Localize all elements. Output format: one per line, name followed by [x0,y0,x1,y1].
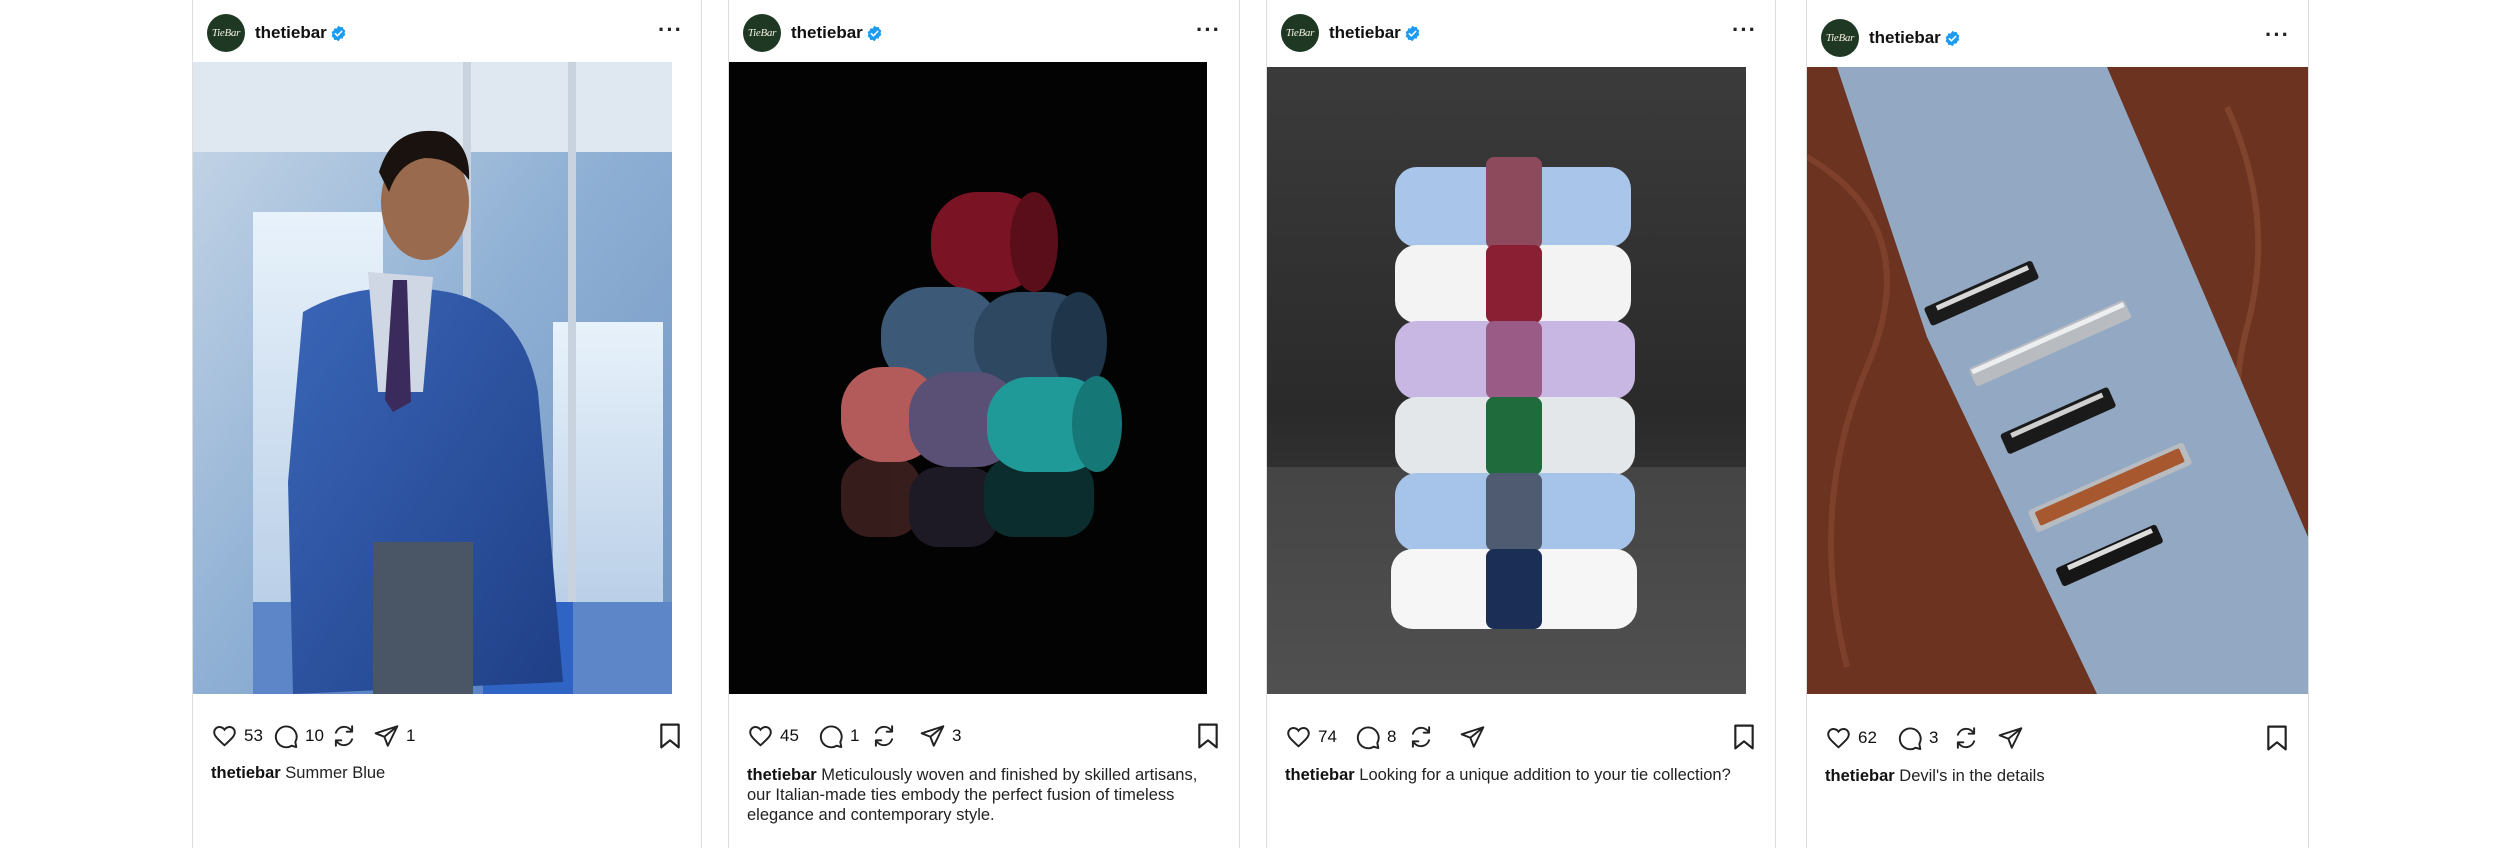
comment-button[interactable]: 8 [1355,717,1396,757]
like-button[interactable]: 53 [211,716,263,756]
share-count: 1 [406,726,416,745]
post-header: TieBar thetiebar ··· [1807,7,2308,69]
save-button[interactable] [1733,724,1755,755]
post-image[interactable] [729,62,1207,694]
post-caption: thetiebar Meticulously woven and finishe… [747,765,1225,825]
post-actions: 53 10 1 [211,716,683,756]
verified-badge-icon [331,25,346,41]
share-button[interactable]: 3 [919,716,961,756]
repost-icon [334,725,354,747]
post-card: TieBar thetiebar ··· [1266,0,1776,848]
caption-username[interactable]: thetiebar [211,764,281,782]
post-header: TieBar thetiebar ··· [729,2,1239,64]
repost-button[interactable] [331,716,357,756]
repost-button[interactable] [871,716,897,756]
avatar[interactable]: TieBar [1821,19,1859,57]
bookmark-icon [2267,725,2287,751]
comment-icon [1898,727,1922,751]
comment-icon [1356,726,1380,750]
comment-count: 3 [1929,728,1939,747]
comment-button[interactable]: 10 [273,716,324,756]
caption-text: Devil's in the details [1899,767,2045,785]
heart-icon [1287,727,1310,748]
post-header: TieBar thetiebar ··· [1267,2,1775,64]
share-button[interactable] [1459,717,1486,757]
post-caption: thetiebar Summer Blue [211,763,687,783]
heart-icon [1827,728,1850,749]
post-caption: thetiebar Looking for a unique addition … [1285,765,1761,785]
username[interactable]: thetiebar [1869,28,1941,48]
verified-badge-icon [867,25,882,41]
repost-button[interactable] [1953,718,1979,758]
caption-username[interactable]: thetiebar [1285,766,1355,784]
share-button[interactable] [1997,718,2024,758]
more-options-icon[interactable]: ··· [658,17,683,43]
repost-icon [1411,726,1431,748]
post-actions: 62 3 [1825,718,2290,758]
username[interactable]: thetiebar [791,23,863,43]
like-count: 53 [244,726,263,745]
avatar[interactable]: TieBar [207,14,245,52]
comment-icon [819,725,843,749]
avatar[interactable]: TieBar [1281,14,1319,52]
bookmark-icon [1734,724,1754,750]
post-card: TieBar thetiebar ··· 45 1 3 thetiebar Me… [728,0,1240,848]
bookmark-icon [1198,723,1218,749]
post-actions: 74 8 [1285,717,1757,757]
like-button[interactable]: 74 [1285,717,1337,757]
comment-button[interactable]: 3 [1897,718,1938,758]
caption-username[interactable]: thetiebar [1825,767,1895,785]
post-card: TieBar thetiebar ··· [192,0,702,848]
post-image[interactable] [1807,67,2308,694]
comment-count: 8 [1387,727,1397,746]
post-header: TieBar thetiebar ··· [193,2,701,64]
like-count: 45 [780,726,799,745]
post-actions: 45 1 3 [747,716,1221,756]
comment-count: 1 [850,726,860,745]
heart-icon [749,726,772,747]
caption-text: Looking for a unique addition to your ti… [1359,766,1731,784]
verified-badge-icon [1405,25,1420,41]
save-button[interactable] [659,723,681,754]
post-caption: thetiebar Devil's in the details [1825,766,2294,786]
username[interactable]: thetiebar [255,23,327,43]
post-image[interactable] [193,62,672,694]
share-count: 3 [952,726,962,745]
save-button[interactable] [2266,725,2288,756]
share-button[interactable]: 1 [373,716,415,756]
bookmark-icon [660,723,680,749]
caption-username[interactable]: thetiebar [747,766,817,784]
repost-button[interactable] [1408,717,1434,757]
like-button[interactable]: 45 [747,716,799,756]
repost-icon [874,725,894,747]
avatar[interactable]: TieBar [743,14,781,52]
post-card: TieBar thetiebar ··· [1806,0,2309,848]
heart-icon [213,726,236,747]
comment-icon [274,725,298,749]
like-count: 62 [1858,728,1877,747]
send-icon [1998,727,2023,749]
repost-icon [1956,727,1976,749]
caption-text: Summer Blue [285,764,386,782]
more-options-icon[interactable]: ··· [1196,17,1221,43]
verified-badge-icon [1945,30,1960,46]
send-icon [1460,726,1485,748]
like-count: 74 [1318,727,1337,746]
save-button[interactable] [1197,723,1219,754]
username[interactable]: thetiebar [1329,23,1401,43]
more-options-icon[interactable]: ··· [2265,22,2290,48]
send-icon [920,725,945,747]
comment-count: 10 [305,726,324,745]
more-options-icon[interactable]: ··· [1732,17,1757,43]
send-icon [374,725,399,747]
post-image[interactable] [1267,67,1746,694]
comment-button[interactable]: 1 [818,716,859,756]
like-button[interactable]: 62 [1825,718,1877,758]
